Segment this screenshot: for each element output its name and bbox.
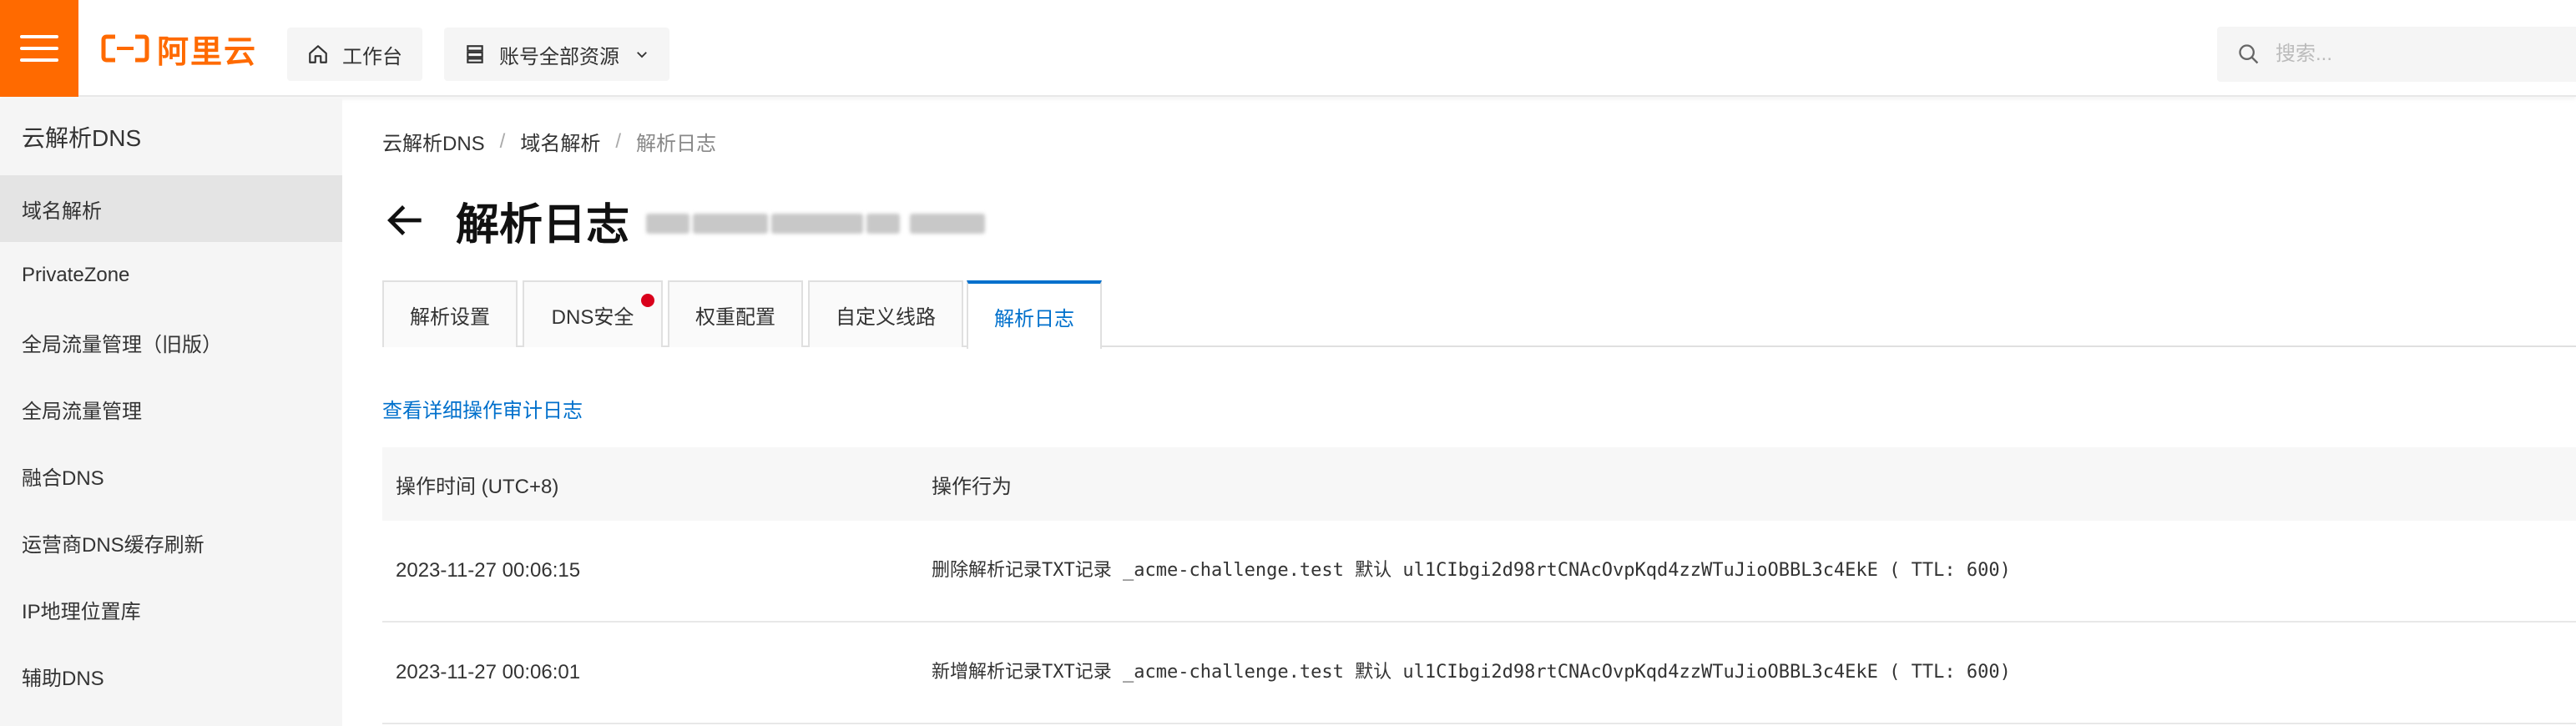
column-header-action: 操作行为 <box>932 475 1012 498</box>
logo-text: 阿里云 <box>157 34 258 70</box>
audit-log-link[interactable]: 查看详细操作审计日志 <box>382 394 583 423</box>
breadcrumb: 云解析DNS / 域名解析 / 解析日志 <box>382 127 716 156</box>
tab-label: DNS安全 <box>551 305 634 329</box>
search-icon <box>2239 44 2259 64</box>
workbench-button[interactable]: 工作台 <box>287 28 422 81</box>
table-row: 2023-11-27 00:06:01 新增解析记录TXT记录 _acme-ch… <box>382 623 2576 724</box>
chevron-down-icon <box>637 52 647 58</box>
breadcrumb-separator: / <box>499 129 506 153</box>
sidebar-item-ip-geolocation[interactable]: IP地理位置库 <box>0 576 342 643</box>
sidebar-item-privatezone[interactable]: PrivateZone <box>0 242 342 309</box>
sidebar-title: 云解析DNS <box>22 125 142 151</box>
server-icon <box>467 45 483 63</box>
column-header-time: 操作时间 (UTC+8) <box>396 475 559 498</box>
back-arrow-icon[interactable] <box>382 197 429 244</box>
sidebar-item-gtm[interactable]: 全局流量管理 <box>0 376 342 442</box>
tab-label: 权重配置 <box>695 305 775 329</box>
cell-action: 删除解析记录TXT记录 _acme-challenge.test 默认 ul1C… <box>932 560 2011 581</box>
notification-dot <box>641 294 654 307</box>
tab-custom-lines[interactable]: 自定义线路 <box>808 280 963 347</box>
home-icon <box>309 45 327 63</box>
menu-icon[interactable] <box>0 0 78 97</box>
breadcrumb-item-current: 解析日志 <box>636 133 717 155</box>
redacted-domain-name <box>644 200 987 240</box>
resource-scope-label: 账号全部资源 <box>499 45 619 68</box>
table-header: 操作时间 (UTC+8) 操作行为 <box>382 447 2576 521</box>
tab-weight-config[interactable]: 权重配置 <box>668 280 803 347</box>
sidebar-item-gtm-legacy[interactable]: 全局流量管理（旧版） <box>0 309 342 376</box>
tab-bar: 解析设置 DNS安全 权重配置 自定义线路 解析日志 <box>382 280 2576 349</box>
sidebar-item-secondary-dns[interactable]: 辅助DNS <box>0 643 342 709</box>
workbench-label: 工作台 <box>342 45 402 68</box>
sidebar-item-fusion-dns[interactable]: 融合DNS <box>0 442 342 509</box>
tab-label: 解析日志 <box>994 307 1074 330</box>
main-content: 云解析DNS / 域名解析 / 解析日志 解析日志 解析设置 DNS安全 权重配… <box>382 98 2576 726</box>
table-row: 2023-11-27 00:06:15 删除解析记录TXT记录 _acme-ch… <box>382 521 2576 623</box>
cell-action-wrap: 新增解析记录TXT记录 _acme-challenge.test 默认 ul1C… <box>932 658 2576 688</box>
breadcrumb-separator: / <box>615 129 622 153</box>
sidebar: 云解析DNS 域名解析 PrivateZone 全局流量管理（旧版） 全局流量管… <box>0 98 342 726</box>
cell-time: 2023-11-27 00:06:01 <box>396 661 581 683</box>
aliyun-logo[interactable]: 阿里云 <box>100 30 257 70</box>
search-input[interactable] <box>2275 43 2559 66</box>
top-navigation-bar: 阿里云 工作台 账号全部资源 <box>0 0 2576 97</box>
sidebar-item-domain-resolution[interactable]: 域名解析 <box>0 175 342 242</box>
cell-time: 2023-11-27 00:06:15 <box>396 559 581 582</box>
log-table: 操作时间 (UTC+8) 操作行为 2023-11-27 00:06:15 删除… <box>382 447 2576 724</box>
cell-action: 新增解析记录TXT记录 _acme-challenge.test 默认 ul1C… <box>932 662 2011 683</box>
tab-dns-security[interactable]: DNS安全 <box>523 280 663 347</box>
page-title: 解析日志 <box>456 200 630 250</box>
page-header: 解析日志 <box>382 187 987 254</box>
tab-label: 解析设置 <box>410 305 490 329</box>
sidebar-item-isp-cache-refresh[interactable]: 运营商DNS缓存刷新 <box>0 509 342 576</box>
search-box <box>2217 27 2576 82</box>
resource-scope-dropdown[interactable]: 账号全部资源 <box>444 28 669 81</box>
breadcrumb-item-dns[interactable]: 云解析DNS <box>382 127 485 156</box>
cell-action-wrap: 删除解析记录TXT记录 _acme-challenge.test 默认 ul1C… <box>932 556 2576 586</box>
tab-label: 自定义线路 <box>836 305 936 329</box>
tab-resolution-settings[interactable]: 解析设置 <box>382 280 518 347</box>
aliyun-logo-icon <box>101 34 149 63</box>
breadcrumb-item-domain-resolution[interactable]: 域名解析 <box>520 127 600 156</box>
tab-resolution-logs[interactable]: 解析日志 <box>967 280 1102 349</box>
